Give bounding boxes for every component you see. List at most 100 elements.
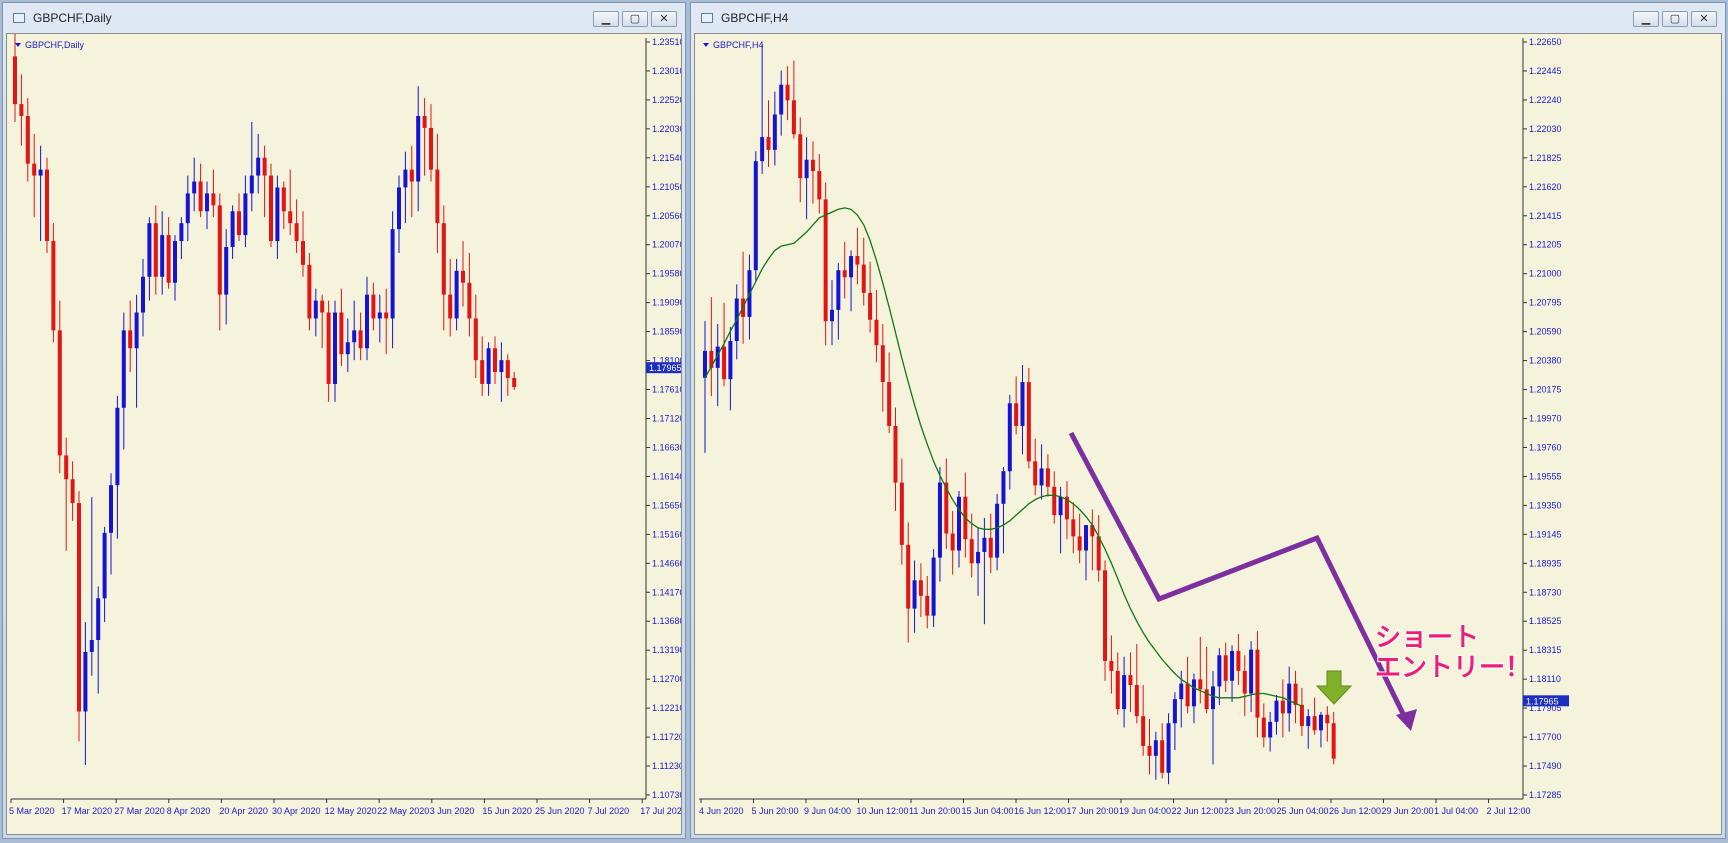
time-tick-label: 1 Jul 04:00 [1434,806,1478,816]
candle-body [77,503,81,712]
price-tick-label: 1.21050 [652,182,682,192]
candle-body [109,485,113,533]
h4-candlestick-chart[interactable]: 1.22650 1.22445 1.22240 1.22030 1.21825 1.216… [695,34,1722,835]
time-tick-label: 10 Jun 12:00 [857,806,909,816]
price-tick-label: 1.11230 [652,761,682,771]
candle-body [1211,686,1215,710]
price-tick-label: 1.19350 [1529,500,1562,510]
candle-body [1033,461,1038,486]
daily-chart-window[interactable]: GBPCHF,Daily ▁ ▢ ✕ 1.23510 1.23010 1.22520… [2,2,686,839]
time-tick-label: 3 Jun 2020 [430,806,475,816]
price-tick-label: 1.19555 [1529,471,1562,481]
price-tick-label: 1.20795 [1529,298,1562,308]
price-tick-label: 1.15650 [652,500,682,510]
close-button[interactable]: ✕ [651,11,677,27]
candle-body [358,330,363,349]
candle-body [925,595,930,616]
daily-chart-area[interactable]: 1.23510 1.23010 1.22520 1.22030 1.21540 1.210… [6,33,682,835]
price-tick-label: 1.21540 [652,153,682,163]
time-tick-label: 7 Jul 2020 [588,806,630,816]
candle-body [842,270,847,278]
candle-body [1166,723,1171,773]
time-tick-label: 15 Jun 2020 [482,806,532,816]
h4-chart-area[interactable]: 1.22650 1.22445 1.22240 1.22030 1.21825 1.216… [694,33,1722,835]
candle-body [1306,716,1311,727]
candle-body [785,84,790,101]
candle-body [855,256,860,265]
candle-body [810,159,815,172]
candle-body [115,407,120,486]
minimize-button[interactable]: ▁ [593,11,619,27]
candle-body [1255,649,1260,718]
candle-body [791,100,796,135]
candle-body [409,169,414,182]
candle-body [1280,700,1285,714]
price-tick-label: 1.18315 [1529,645,1562,655]
h4-chart-window[interactable]: GBPCHF,H4 ▁ ▢ ✕ 1.22650 1.22445 1.22240 1.2… [690,2,1726,839]
price-tick-label: 1.21000 [1529,269,1562,279]
time-tick-label: 5 Mar 2020 [9,806,55,816]
candle-body [1293,683,1298,705]
candle-body [937,482,942,558]
chart-window-icon [701,13,713,23]
candle-body [1325,714,1330,724]
candle-body [512,378,517,387]
candle-body [1077,536,1082,551]
candle-body [435,169,440,224]
candle-body [441,223,446,295]
candle-body [1261,717,1266,738]
candle-body [1236,651,1241,671]
candle-body [493,348,497,373]
price-tick-label: 1.12210 [652,703,682,713]
chart-window-icon [13,13,25,23]
maximize-button[interactable]: ▢ [622,11,648,27]
candle-body [1287,683,1292,714]
price-tick-label: 1.11720 [652,732,682,742]
daily-candlestick-chart[interactable]: 1.23510 1.23010 1.22520 1.22030 1.21540 1.210… [7,34,682,835]
candle-body [772,114,777,150]
candle-body [467,282,472,319]
h4-window-titlebar[interactable]: GBPCHF,H4 ▁ ▢ ✕ [691,3,1725,33]
price-tick-label: 1.18730 [1529,587,1562,597]
price-tick-label: 1.21825 [1529,153,1562,163]
price-tick-label: 1.13680 [652,616,682,626]
candle-body [70,479,75,504]
minimize-button[interactable]: ▁ [1633,11,1659,27]
candle-body [224,247,229,295]
candle-body [147,223,152,277]
candle-body [1103,570,1108,661]
price-tick-label: 1.21620 [1529,182,1562,192]
candle-body [703,350,707,378]
time-tick-label: 27 Mar 2020 [114,806,165,816]
candle-body [153,223,158,277]
candle-body [262,157,267,176]
candle-body [1020,382,1025,426]
candle-body [1274,700,1279,722]
candle-body [269,175,273,242]
candle-body [766,137,771,150]
candle-body [128,330,133,349]
daily-window-title: GBPCHF,Daily [33,11,112,25]
candle-body [1268,721,1273,738]
daily-window-titlebar[interactable]: GBPCHF,Daily ▁ ▢ ✕ [3,3,685,33]
price-tick-label: 1.16630 [652,442,682,452]
candle-body [1242,670,1247,694]
candle-body [141,276,145,313]
candle-body [918,580,923,596]
candle-body [371,294,376,319]
candle-body [1217,655,1222,687]
close-button[interactable]: ✕ [1691,11,1717,27]
candle-body [1249,649,1254,694]
price-tick-label: 1.16140 [652,471,682,481]
maximize-button[interactable]: ▢ [1662,11,1688,27]
candle-body [874,319,879,346]
candle-body [1179,683,1184,700]
time-tick-label: 22 Jun 12:00 [1172,806,1224,816]
candle-body [957,496,961,551]
price-tick-label: 1.19090 [652,298,682,308]
price-tick-label: 1.19970 [1529,414,1562,424]
candle-body [868,292,873,320]
candle-body [185,193,190,224]
candle-body [13,56,17,105]
time-tick-label: 17 Jul 2020 [640,806,682,816]
